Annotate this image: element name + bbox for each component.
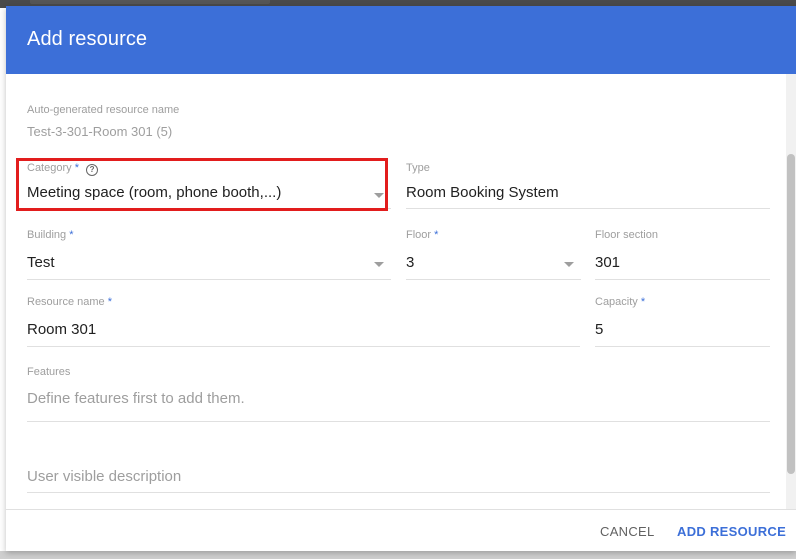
floor-section-underline xyxy=(595,279,770,280)
features-field[interactable]: Features Define features first to add th… xyxy=(27,366,770,426)
building-underline xyxy=(27,279,391,280)
capacity-underline xyxy=(595,346,770,347)
type-field[interactable]: Type Room Booking System xyxy=(406,162,770,210)
floor-label-text: Floor xyxy=(406,229,432,241)
resource-name-value[interactable]: Room 301 xyxy=(27,321,96,338)
floor-field[interactable]: Floor * 3 xyxy=(406,229,581,280)
building-field[interactable]: Building * Test xyxy=(27,229,391,280)
scrollbar-track[interactable] xyxy=(786,74,796,509)
building-label-text: Building xyxy=(27,229,67,241)
dialog-title: Add resource xyxy=(27,28,148,50)
capacity-value[interactable]: 5 xyxy=(595,321,603,338)
category-required-mark: * xyxy=(74,162,79,174)
description-placeholder[interactable]: User visible description xyxy=(27,468,181,485)
type-underline xyxy=(406,208,770,209)
building-dropdown-arrow-icon[interactable] xyxy=(374,262,384,267)
dialog-header: Add resource xyxy=(6,6,796,74)
floor-label: Floor * xyxy=(406,229,438,241)
resource-name-label: Resource name * xyxy=(27,296,112,308)
help-circle-icon[interactable]: ? xyxy=(86,164,99,176)
add-resource-dialog: Add resource Auto-generated resource nam… xyxy=(6,6,796,551)
scrollbar-thumb[interactable] xyxy=(787,154,795,474)
floor-value[interactable]: 3 xyxy=(406,254,414,271)
add-resource-button[interactable]: ADD RESOURCE xyxy=(677,524,786,539)
building-value[interactable]: Test xyxy=(27,254,55,271)
cancel-button[interactable]: CANCEL xyxy=(600,524,655,539)
description-field[interactable]: User visible description xyxy=(27,464,770,504)
auto-name-value: Test-3-301-Room 301 (5) xyxy=(27,124,173,139)
category-dropdown-arrow-icon[interactable] xyxy=(374,193,384,198)
resource-name-field[interactable]: Resource name * Room 301 xyxy=(27,296,580,347)
features-underline xyxy=(27,421,770,422)
features-placeholder[interactable]: Define features first to add them. xyxy=(27,390,245,407)
dialog-body[interactable]: Auto-generated resource name Test-3-301-… xyxy=(6,74,796,509)
capacity-required-mark: * xyxy=(640,296,646,308)
resource-name-label-text: Resource name xyxy=(27,296,105,308)
floor-section-value[interactable]: 301 xyxy=(595,254,620,271)
backdrop-text xyxy=(30,0,270,4)
resource-name-underline xyxy=(27,346,580,347)
resource-name-required-mark: * xyxy=(107,296,112,308)
features-label: Features xyxy=(27,366,71,378)
floor-dropdown-arrow-icon[interactable] xyxy=(564,262,574,267)
category-label: Category * ? xyxy=(27,162,99,176)
category-field[interactable]: Category * ? Meeting space (room, phone … xyxy=(27,162,391,210)
category-label-text: Category xyxy=(27,162,72,174)
type-label: Type xyxy=(406,162,430,174)
floor-section-field[interactable]: Floor section 301 xyxy=(595,229,770,280)
category-value[interactable]: Meeting space (room, phone booth,...) xyxy=(27,184,281,201)
type-value[interactable]: Room Booking System xyxy=(406,184,559,201)
floor-required-mark: * xyxy=(434,229,439,241)
floor-section-label: Floor section xyxy=(595,229,658,241)
dialog-footer: CANCEL ADD RESOURCE xyxy=(6,509,796,551)
capacity-label-text: Capacity xyxy=(595,296,638,308)
capacity-field[interactable]: Capacity * 5 xyxy=(595,296,770,347)
auto-name-label: Auto-generated resource name xyxy=(27,104,180,116)
building-required-mark: * xyxy=(69,229,74,241)
capacity-label: Capacity * xyxy=(595,296,645,308)
category-underline xyxy=(27,208,391,209)
description-underline xyxy=(27,492,770,493)
floor-underline xyxy=(406,279,581,280)
backdrop-bottom xyxy=(0,551,796,559)
building-label: Building * xyxy=(27,229,73,241)
